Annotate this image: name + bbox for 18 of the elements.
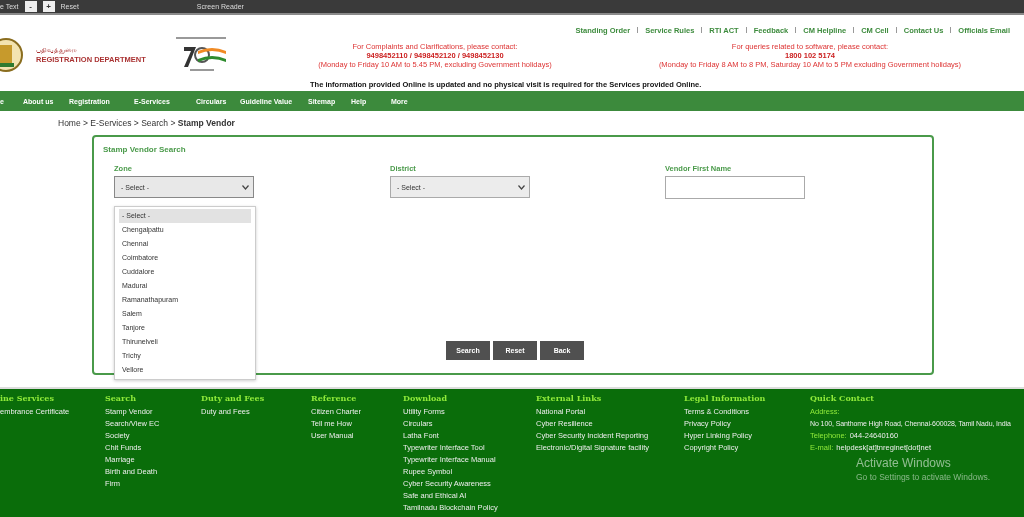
card-title: Stamp Vendor Search: [103, 145, 187, 154]
footer-heading: ine Services: [0, 393, 55, 403]
footer-heading: External Links: [536, 393, 603, 403]
footer-heading: Download: [403, 393, 449, 403]
font-size-button[interactable]: +: [42, 1, 55, 12]
footer-heading: Legal Information: [684, 393, 767, 403]
emblem-icon: [0, 37, 26, 73]
chevron-down-icon: [518, 184, 525, 190]
footer-heading: Duty and Fees: [201, 393, 266, 403]
footer-heading: Search: [105, 393, 137, 403]
vendor-name-input[interactable]: [665, 176, 805, 199]
activation-notice-title: Activate Windows: [856, 456, 952, 470]
footer-heading: Reference: [311, 393, 358, 403]
chevron-down-icon: [242, 184, 249, 190]
footer-heading: Quick Contact: [810, 393, 875, 403]
breadcrumb: Home > E-Services > Search > Stamp Vendor: [57, 117, 236, 130]
font-size-button[interactable]: -: [24, 1, 37, 12]
activation-notice-text: Go to Settings to activate Windows.: [856, 472, 992, 482]
